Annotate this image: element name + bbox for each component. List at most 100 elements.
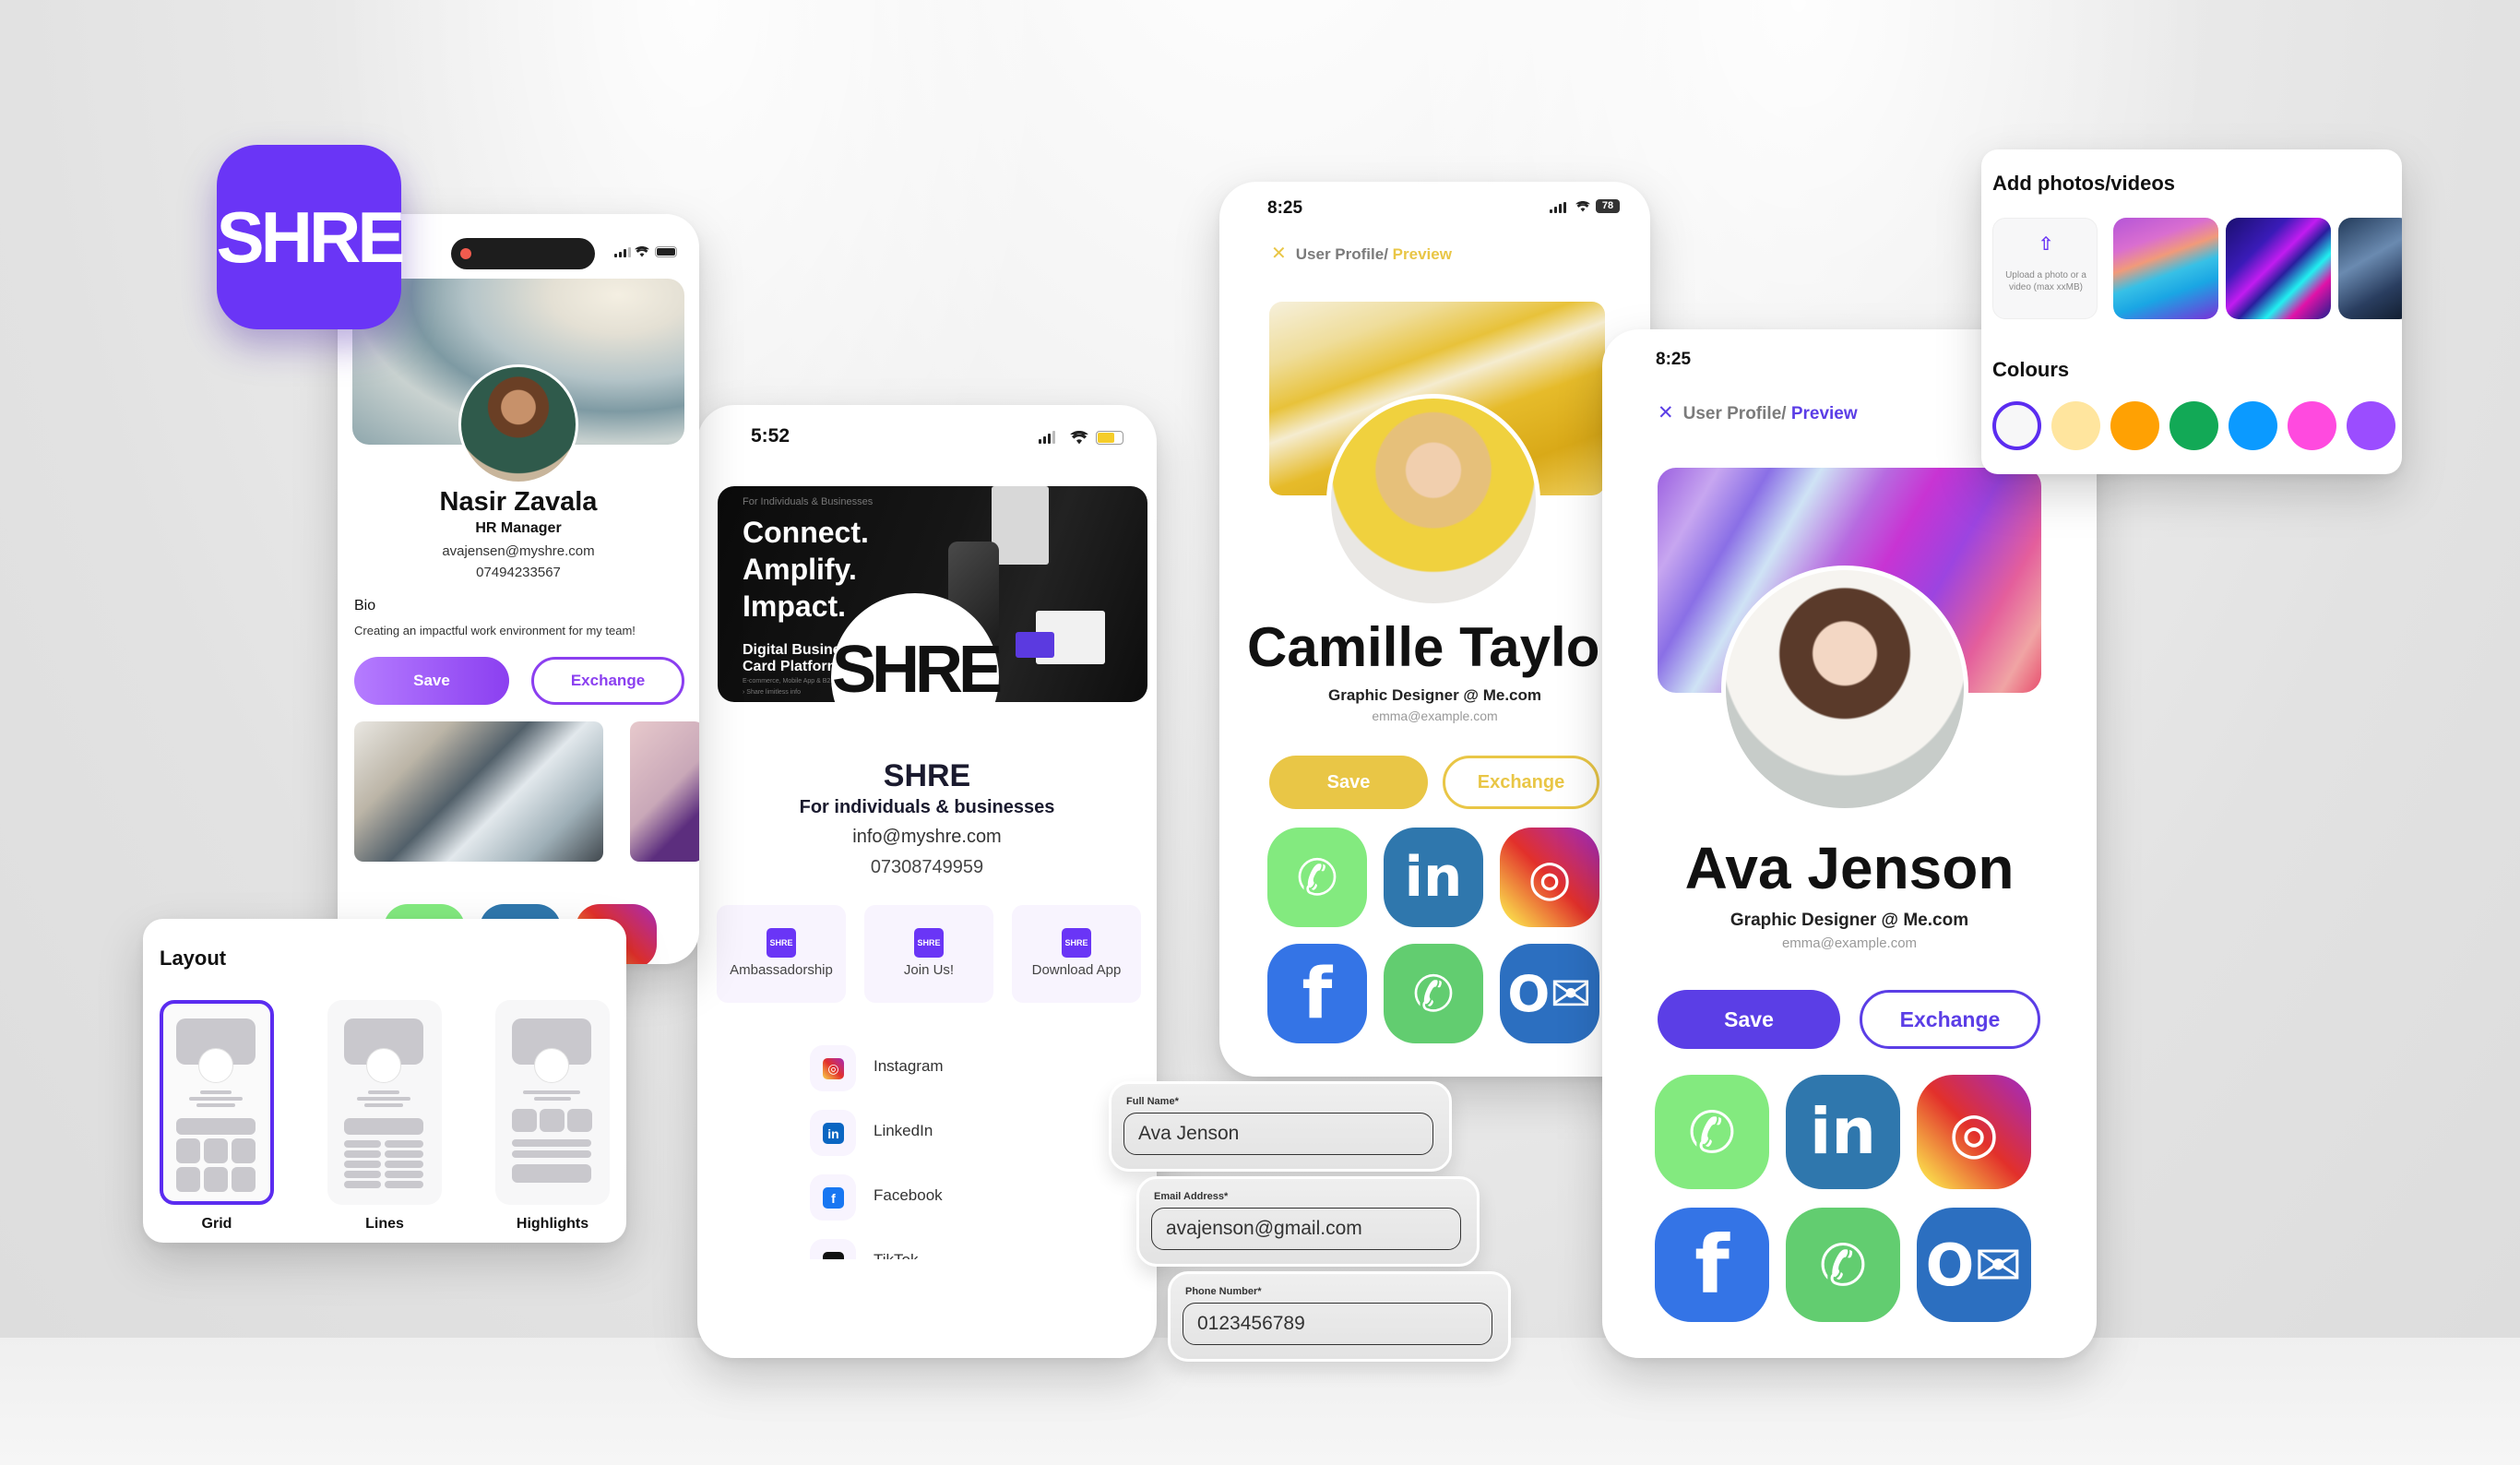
close-icon[interactable]: ✕ bbox=[1271, 244, 1287, 264]
profile-phone[interactable]: 07494233567 bbox=[338, 565, 699, 580]
outlook-icon[interactable]: O✉ bbox=[1500, 944, 1599, 1043]
full-name-field: Full Name* bbox=[1109, 1081, 1452, 1172]
wifi-icon bbox=[1575, 201, 1590, 212]
layout-option-highlights[interactable] bbox=[495, 1000, 610, 1205]
avatar bbox=[1326, 394, 1540, 608]
shre-icon: SHRE bbox=[914, 928, 944, 958]
profile-name: Ava Jenson bbox=[1684, 835, 2015, 901]
profile-email: emma@example.com bbox=[1372, 709, 1498, 723]
linkedin-icon[interactable]: in bbox=[1384, 828, 1483, 927]
email-field: Email Address* bbox=[1136, 1176, 1480, 1267]
save-button[interactable]: Save bbox=[1269, 756, 1428, 809]
layout-option-lines[interactable] bbox=[327, 1000, 442, 1205]
bio-heading: Bio bbox=[354, 598, 376, 613]
facebook-icon[interactable]: f bbox=[1655, 1208, 1769, 1322]
breadcrumb-base[interactable]: User Profile/ bbox=[1683, 404, 1787, 423]
company-title: SHRE bbox=[883, 758, 971, 793]
save-button[interactable]: Save bbox=[1658, 990, 1840, 1049]
tile-label: Ambassadorship bbox=[730, 962, 833, 978]
field-label: Full Name* bbox=[1126, 1096, 1179, 1107]
company-logo: SHRE bbox=[831, 593, 1003, 761]
company-subtitle: For individuals & businesses bbox=[799, 797, 1055, 817]
company-phone-shre: 5:52 For Individuals & Businesses Connec… bbox=[697, 405, 1157, 1358]
status-time: 8:25 bbox=[1656, 350, 1692, 369]
link-tiktok[interactable]: ♪ TikTok bbox=[810, 1239, 1031, 1259]
upload-hint: Upload a photo or a video (max xxMB) bbox=[2005, 270, 2086, 292]
exchange-button[interactable]: Exchange bbox=[531, 657, 684, 705]
battery-icon: 78 bbox=[1596, 199, 1620, 213]
whatsapp-icon[interactable]: ✆ bbox=[1384, 944, 1483, 1043]
colour-swatch[interactable] bbox=[2110, 401, 2159, 450]
breadcrumb: ✕ User Profile/ Preview bbox=[1658, 401, 1858, 424]
close-icon[interactable]: ✕ bbox=[1658, 402, 1674, 423]
linkedin-icon[interactable]: in bbox=[1786, 1075, 1900, 1189]
banner-tagline: For Individuals & Businesses bbox=[743, 496, 874, 507]
battery-icon bbox=[655, 246, 677, 257]
field-label: Phone Number* bbox=[1185, 1286, 1262, 1297]
instagram-icon[interactable]: ◎ bbox=[1917, 1075, 2031, 1189]
phone-field: Phone Number* bbox=[1168, 1271, 1511, 1362]
exchange-button[interactable]: Exchange bbox=[1443, 756, 1599, 809]
profile-email[interactable]: avajensen@myshre.com bbox=[338, 543, 699, 559]
dynamic-island bbox=[451, 238, 595, 269]
qr-stand-image bbox=[992, 486, 1049, 565]
colour-swatch[interactable] bbox=[2288, 401, 2336, 450]
tile-ambassadorship[interactable]: SHRE Ambassadorship bbox=[717, 905, 846, 1003]
save-button[interactable]: Save bbox=[354, 657, 509, 705]
instagram-icon[interactable]: ◎ bbox=[1500, 828, 1599, 927]
tile-label: Download App bbox=[1031, 962, 1122, 978]
banner-subhead: Card Platform bbox=[743, 659, 840, 674]
tile-join-us[interactable]: SHRE Join Us! bbox=[864, 905, 993, 1003]
profile-role: Graphic Designer @ Me.com bbox=[1327, 686, 1542, 704]
profile-name: Nasir Zavala bbox=[439, 487, 598, 517]
email-input[interactable] bbox=[1151, 1208, 1461, 1250]
colour-swatch[interactable] bbox=[2347, 401, 2395, 450]
breadcrumb-base[interactable]: User Profile/ bbox=[1296, 245, 1388, 263]
profile-email: emma@example.com bbox=[1781, 935, 1918, 951]
instagram-icon: ◎ bbox=[823, 1058, 844, 1079]
phone-icon[interactable]: ✆ bbox=[1267, 828, 1367, 927]
link-instagram[interactable]: ◎ Instagram bbox=[810, 1045, 1031, 1091]
add-photos-title: Add photos/videos bbox=[1992, 172, 2175, 195]
gallery-image-office[interactable] bbox=[354, 721, 603, 862]
phone-icon[interactable]: ✆ bbox=[1655, 1075, 1769, 1189]
whatsapp-icon[interactable]: ✆ bbox=[1786, 1208, 1900, 1322]
colour-swatch[interactable] bbox=[2169, 401, 2218, 450]
colours-title: Colours bbox=[1992, 358, 2070, 381]
banner-subhead: Digital Busine bbox=[743, 642, 841, 658]
tiktok-icon: ♪ bbox=[823, 1252, 844, 1259]
breadcrumb: ✕ User Profile/ Preview bbox=[1271, 242, 1452, 265]
tile-download-app[interactable]: SHRE Download App bbox=[1012, 905, 1141, 1003]
upload-button[interactable]: ⇧ Upload a photo or a video (max xxMB) bbox=[1992, 218, 2098, 319]
breadcrumb-current: Preview bbox=[1790, 404, 1858, 423]
colour-swatch[interactable] bbox=[1992, 401, 2041, 450]
signal-icon bbox=[1550, 202, 1566, 213]
colour-swatch[interactable] bbox=[2051, 401, 2100, 450]
facebook-icon[interactable]: f bbox=[1267, 944, 1367, 1043]
media-colours-panel: Add photos/videos ⇧ Upload a photo or a … bbox=[1981, 149, 2402, 474]
layout-label: Grid bbox=[201, 1216, 232, 1232]
company-phone[interactable]: 07308749959 bbox=[697, 857, 1157, 878]
layout-option-grid[interactable] bbox=[160, 1000, 274, 1205]
battery-icon bbox=[1096, 431, 1123, 445]
phone-input[interactable] bbox=[1183, 1303, 1492, 1345]
link-label: LinkedIn bbox=[874, 1122, 933, 1139]
shre-icon: SHRE bbox=[1062, 928, 1091, 958]
card-image bbox=[1016, 632, 1054, 658]
media-thumbnail[interactable] bbox=[2113, 218, 2218, 319]
colour-swatch[interactable] bbox=[2229, 401, 2277, 450]
shre-icon: SHRE bbox=[767, 928, 796, 958]
signal-icon bbox=[1039, 431, 1055, 444]
signal-icon bbox=[614, 247, 631, 257]
media-thumbnail[interactable] bbox=[2226, 218, 2331, 319]
profile-phone-camille: 8:25 78 ✕ User Profile/ Preview Camille T… bbox=[1219, 182, 1650, 1077]
media-thumbnail[interactable] bbox=[2338, 218, 2402, 319]
gallery-image-booth[interactable] bbox=[630, 721, 699, 862]
company-email[interactable]: info@myshre.com bbox=[697, 827, 1157, 848]
link-linkedin[interactable]: in LinkedIn bbox=[810, 1110, 1031, 1156]
link-facebook[interactable]: f Facebook bbox=[810, 1174, 1031, 1221]
full-name-input[interactable] bbox=[1123, 1113, 1433, 1155]
outlook-icon[interactable]: O✉ bbox=[1917, 1208, 2031, 1322]
avatar bbox=[1721, 566, 1968, 813]
exchange-button[interactable]: Exchange bbox=[1860, 990, 2040, 1049]
